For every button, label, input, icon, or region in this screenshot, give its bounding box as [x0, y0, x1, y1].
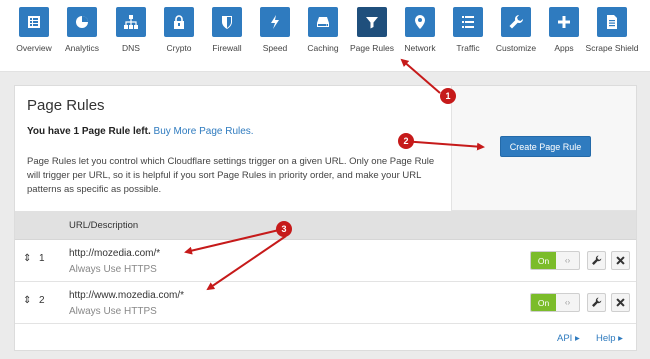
edit-rule-button[interactable] — [587, 293, 606, 312]
table-row: ⇕ 1 http://mozedia.com/* Always Use HTTP… — [15, 240, 636, 282]
card-intro: Page Rules You have 1 Page Rule left. Bu… — [15, 86, 452, 211]
table-header: URL/Description — [15, 211, 636, 240]
row-number: 1 — [39, 253, 45, 264]
list-icon — [453, 7, 483, 37]
toggle-on-label: On — [531, 252, 556, 269]
help-link[interactable]: Help ▸ — [596, 333, 623, 344]
column-header-url: URL/Description — [69, 220, 139, 231]
wrench-icon — [592, 297, 602, 307]
shield-icon — [212, 7, 242, 37]
rule-setting: Always Use HTTPS — [69, 264, 157, 275]
rules-remaining: You have 1 Page Rule left. Buy More Page… — [27, 126, 254, 137]
rule-setting: Always Use HTTPS — [69, 306, 157, 317]
rule-url: http://mozedia.com/* — [69, 248, 161, 259]
annotation-badge-3: 3 — [276, 221, 292, 237]
annotation-badge-2: 2 — [398, 133, 414, 149]
buy-more-link[interactable]: Buy More Page Rules. — [154, 126, 254, 137]
page-title: Page Rules — [27, 97, 105, 114]
table-row: ⇕ 2 http://www.mozedia.com/* Always Use … — [15, 282, 636, 324]
hard-drive-icon — [308, 7, 338, 37]
document-icon — [597, 7, 627, 37]
card-header-area: Page Rules You have 1 Page Rule left. Bu… — [15, 86, 636, 211]
delete-rule-button[interactable] — [611, 293, 630, 312]
annotation-badge-1: 1 — [440, 88, 456, 104]
edit-rule-button[interactable] — [587, 251, 606, 270]
dns-icon — [116, 7, 146, 37]
rules-left-text: You have 1 Page Rule left. — [27, 126, 151, 137]
analytics-icon — [67, 7, 97, 37]
plus-icon — [549, 7, 579, 37]
filter-icon — [357, 7, 387, 37]
lightning-icon — [260, 7, 290, 37]
toggle-grip-icon: ‹› — [564, 298, 571, 307]
close-icon — [616, 298, 625, 307]
nav-item-caching[interactable]: Caching — [295, 7, 351, 53]
top-nav: Overview Analytics DNS Crypto Firewall S… — [0, 0, 650, 72]
nav-item-analytics[interactable]: Analytics — [54, 7, 110, 53]
create-page-rule-button[interactable]: Create Page Rule — [500, 136, 591, 157]
wrench-icon — [501, 7, 531, 37]
toggle-on-label: On — [531, 294, 556, 311]
location-pin-icon — [405, 7, 435, 37]
drag-handle-icon[interactable]: ⇕ — [23, 253, 31, 264]
card-footer: API ▸ Help ▸ — [15, 324, 636, 350]
delete-rule-button[interactable] — [611, 251, 630, 270]
page-rules-description: Page Rules let you control which Cloudfl… — [27, 156, 435, 195]
rule-toggle[interactable]: On ‹› — [530, 251, 580, 270]
nav-label: Scrape Shield — [585, 43, 639, 53]
rule-url: http://www.mozedia.com/* — [69, 290, 185, 301]
nav-item-scrape-shield[interactable]: Scrape Shield — [584, 7, 640, 53]
lock-icon — [164, 7, 194, 37]
api-link[interactable]: API ▸ — [557, 333, 580, 344]
nav-label: Caching — [307, 43, 339, 53]
overview-icon — [19, 7, 49, 37]
row-number: 2 — [39, 295, 45, 306]
rule-toggle[interactable]: On ‹› — [530, 293, 580, 312]
toggle-grip-icon: ‹› — [564, 256, 571, 265]
close-icon — [616, 256, 625, 265]
drag-handle-icon[interactable]: ⇕ — [23, 295, 31, 306]
wrench-icon — [592, 255, 602, 265]
nav-label: Analytics — [64, 43, 99, 53]
page-rules-card: Page Rules You have 1 Page Rule left. Bu… — [14, 85, 637, 351]
